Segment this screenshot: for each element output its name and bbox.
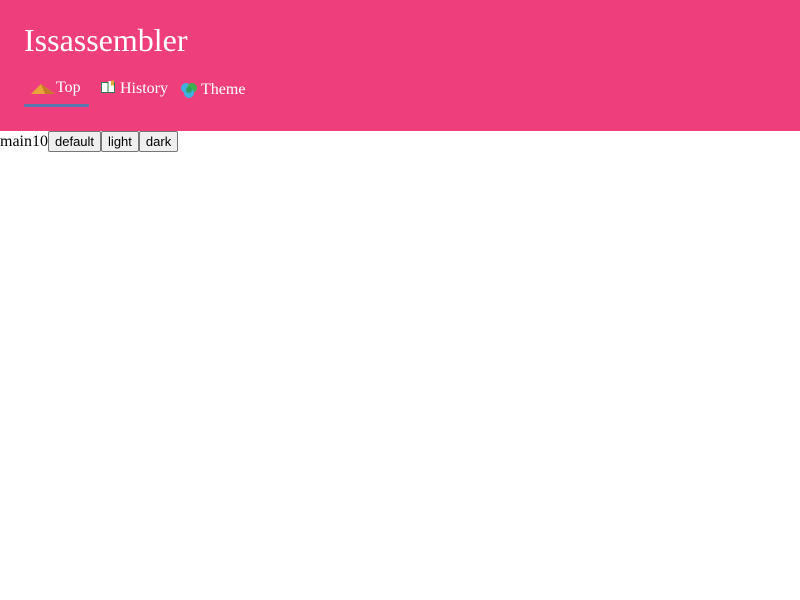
tab-top[interactable]: Top	[24, 74, 89, 108]
tab-history[interactable]: History	[100, 74, 172, 108]
open-book-icon	[100, 80, 116, 94]
tab-top-label: Top	[56, 79, 81, 96]
tab-theme-label: Theme	[201, 81, 246, 98]
theme-light-button[interactable]: light	[101, 131, 139, 152]
tab-theme[interactable]: Theme	[180, 74, 252, 108]
main-content: main10 default light dark	[0, 131, 179, 152]
theme-dark-button[interactable]: dark	[138, 131, 179, 152]
app-header: Issassembler Top History Theme	[0, 0, 800, 131]
palette-icon	[180, 81, 198, 99]
theme-default-button[interactable]: default	[48, 131, 102, 152]
main-label: main10	[0, 132, 48, 150]
tab-history-label: History	[120, 80, 168, 97]
nav-tabs: Top History Theme	[24, 74, 344, 108]
app-title: Issassembler	[24, 22, 188, 58]
active-tab-indicator	[24, 104, 89, 107]
mountain-icon	[31, 82, 55, 94]
